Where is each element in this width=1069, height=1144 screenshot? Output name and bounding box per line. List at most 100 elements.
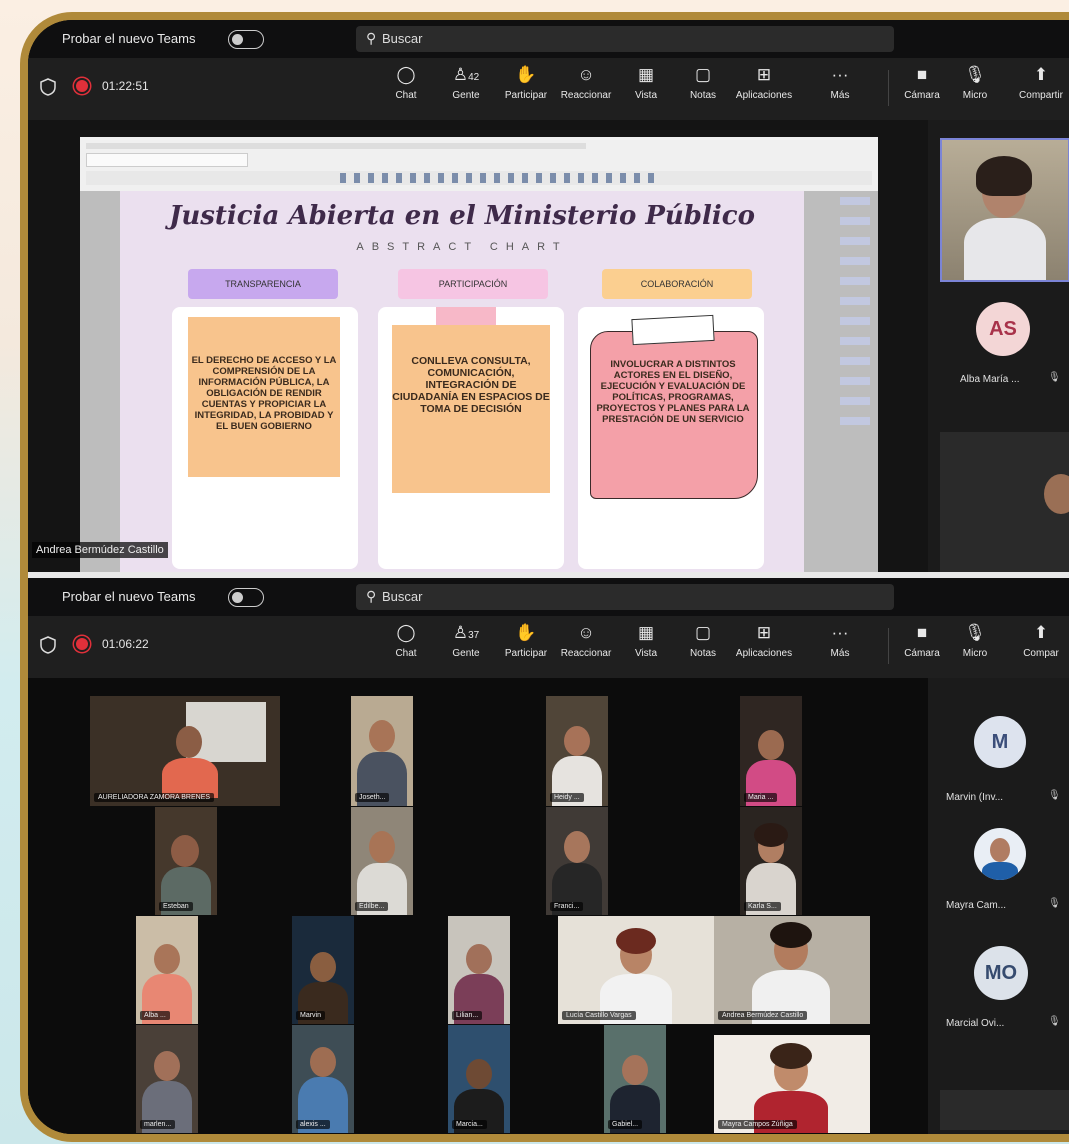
participant-avatar-photo[interactable] xyxy=(974,828,1026,880)
mic-off-icon: 🎙 xyxy=(964,65,986,84)
react-button[interactable]: ☺ Reaccionar xyxy=(556,622,616,659)
people-button[interactable]: ♙37 Gente xyxy=(436,622,496,659)
mic-muted-icon: 🎙 xyxy=(1048,1016,1061,1027)
search-bar[interactable]: ⚲ Buscar xyxy=(356,584,894,610)
more-button[interactable]: ··· Más xyxy=(820,622,860,659)
view-button[interactable]: ▦ Vista xyxy=(616,64,676,101)
mic-button[interactable]: 🎙 Micro xyxy=(953,622,997,659)
mic-button[interactable]: 🎙 Micro xyxy=(953,64,997,101)
video-tile[interactable]: Marcia... xyxy=(448,1025,510,1133)
share-button[interactable]: ⬆ Compartir xyxy=(1013,64,1069,101)
search-icon: ⚲ xyxy=(366,588,377,604)
pdf-side-tools xyxy=(840,197,870,437)
card-colaboracion: INVOLUCRAR A DISTINTOS ACTORES EN EL DIS… xyxy=(578,307,764,569)
video-label: Lilian... xyxy=(452,1011,483,1020)
new-teams-toggle[interactable] xyxy=(228,30,264,49)
side-participants-panel: AS Alba María ... 🎙 xyxy=(936,120,1069,572)
video-tile[interactable]: Andrea Bermúdez Castillo xyxy=(714,916,870,1024)
speaker-video-tile[interactable] xyxy=(940,138,1069,282)
video-tile[interactable]: Lucía Castillo Vargas xyxy=(558,916,714,1024)
toolbar-separator xyxy=(888,70,889,106)
video-tile[interactable]: Lilian... xyxy=(448,916,510,1024)
video-label: Edilbe... xyxy=(355,902,389,911)
mic-muted-icon: 🎙 xyxy=(1048,790,1061,801)
video-tile[interactable]: alexis ... xyxy=(292,1025,354,1133)
video-label: Karla S... xyxy=(744,902,781,911)
camera-off-icon: ■ xyxy=(916,623,928,642)
toolbar-separator xyxy=(888,628,889,664)
video-tile[interactable]: Edilbe... xyxy=(351,807,413,915)
card-text-colaboracion: INVOLUCRAR A DISTINTOS ACTORES EN EL DIS… xyxy=(596,359,750,425)
video-tile[interactable]: Mayra Campos Zúñiga xyxy=(714,1035,870,1133)
chat-button[interactable]: ◯ Chat xyxy=(376,64,436,101)
chat-button[interactable]: ◯ Chat xyxy=(376,622,436,659)
video-label: Heidy ... xyxy=(550,793,584,802)
video-tile[interactable]: marlen... xyxy=(136,1025,198,1133)
card-participacion: CONLLEVA CONSULTA, COMUNICACIÓN, INTEGRA… xyxy=(378,307,564,569)
camera-off-icon: ■ xyxy=(916,65,928,84)
notes-button[interactable]: ▢ Notas xyxy=(673,622,733,659)
video-label: Joseth... xyxy=(355,793,390,802)
mic-muted-icon: 🎙 xyxy=(1048,372,1061,383)
search-placeholder: Buscar xyxy=(382,589,423,604)
participant-tile[interactable] xyxy=(940,1090,1069,1130)
participant-name: Mayra Cam... xyxy=(946,900,1007,911)
card-transparencia: EL DERECHO DE ACCESO Y LA COMPRENSIÓN DE… xyxy=(172,307,358,569)
raise-hand-button[interactable]: ✋ Participar xyxy=(496,622,556,659)
smiley-icon: ☺ xyxy=(577,65,595,84)
people-button[interactable]: ♙42 Gente xyxy=(436,64,496,101)
chat-icon: ◯ xyxy=(396,623,416,642)
share-icon: ⬆ xyxy=(1033,623,1049,642)
side-participants-panel: M Marvin (Inv... 🎙 Mayra Cam... 🎙 MO Mar… xyxy=(936,678,1069,1134)
meeting-toolbar: 01:06:22 ◯ Chat ♙37 Gente ✋ Participar ☺ Rea… xyxy=(28,616,1069,678)
notes-icon: ▢ xyxy=(694,623,712,642)
notes-button[interactable]: ▢ Notas xyxy=(673,64,733,101)
video-tile[interactable]: Heidy ... xyxy=(546,696,608,806)
meeting-toolbar: 01:22:51 ◯ Chat ♙42 Gente ✋ Participar ☺ Rea… xyxy=(28,58,1069,120)
video-tile[interactable]: Karla S... xyxy=(740,807,802,915)
share-button[interactable]: ⬆ Compar xyxy=(1013,622,1069,659)
raise-hand-button[interactable]: ✋ Participar xyxy=(496,64,556,101)
apps-button[interactable]: ⊞ Aplicaciones xyxy=(734,64,794,101)
more-button[interactable]: ··· Más xyxy=(820,64,860,101)
mic-off-icon: 🎙 xyxy=(964,623,986,642)
video-label: Franci... xyxy=(550,902,584,911)
mic-muted-icon: 🎙 xyxy=(1048,898,1061,909)
video-tile[interactable]: Esteban xyxy=(155,807,217,915)
notes-icon: ▢ xyxy=(694,65,712,84)
hand-icon: ✋ xyxy=(515,65,537,84)
video-tile[interactable]: Joseth... xyxy=(351,696,413,806)
search-bar[interactable]: ⚲ Buscar xyxy=(356,26,894,52)
try-new-teams-label: Probar el nuevo Teams xyxy=(62,31,196,46)
apps-button[interactable]: ⊞ Aplicaciones xyxy=(734,622,794,659)
camera-button[interactable]: ■ Cámara xyxy=(900,64,944,101)
react-button[interactable]: ☺ Reaccionar xyxy=(556,64,616,101)
video-tile[interactable]: AURELIADORA ZAMORA BRENES xyxy=(90,696,280,806)
try-new-teams-label: Probar el nuevo Teams xyxy=(62,589,196,604)
video-label: alexis ... xyxy=(296,1120,330,1129)
video-tile[interactable]: Gabiel... xyxy=(604,1025,666,1133)
column-header-transparencia: TRANSPARENCIA xyxy=(188,269,338,299)
more-icon: ··· xyxy=(831,65,849,84)
participant-tile[interactable] xyxy=(940,432,1069,572)
new-teams-toggle[interactable] xyxy=(228,588,264,607)
search-icon: ⚲ xyxy=(366,30,377,46)
video-tile[interactable]: Alba ... xyxy=(136,916,198,1024)
participant-avatar-as[interactable]: AS xyxy=(976,302,1030,356)
shield-icon xyxy=(40,636,56,654)
recording-indicator xyxy=(76,80,88,92)
view-button[interactable]: ▦ Vista xyxy=(616,622,676,659)
grid-icon: ▦ xyxy=(637,65,655,84)
video-tile[interactable]: Maria ... xyxy=(740,696,802,806)
video-tile[interactable]: Marvin xyxy=(292,916,354,1024)
more-icon: ··· xyxy=(831,623,849,642)
participant-avatar-mo[interactable]: MO xyxy=(974,946,1028,1000)
participant-name: Marvin (Inv... xyxy=(946,792,1004,803)
title-bar: Probar el nuevo Teams ⚲ Buscar xyxy=(28,20,1069,58)
camera-button[interactable]: ■ Cámara xyxy=(900,622,944,659)
column-header-colaboracion: COLABORACIÓN xyxy=(602,269,752,299)
video-tile[interactable]: Franci... xyxy=(546,807,608,915)
card-text-transparencia: EL DERECHO DE ACCESO Y LA COMPRENSIÓN DE… xyxy=(191,355,337,432)
participant-avatar-m[interactable]: M xyxy=(974,716,1026,768)
bottom-teams-window: Probar el nuevo Teams ⚲ Buscar 01:06:22 … xyxy=(28,578,1069,1134)
